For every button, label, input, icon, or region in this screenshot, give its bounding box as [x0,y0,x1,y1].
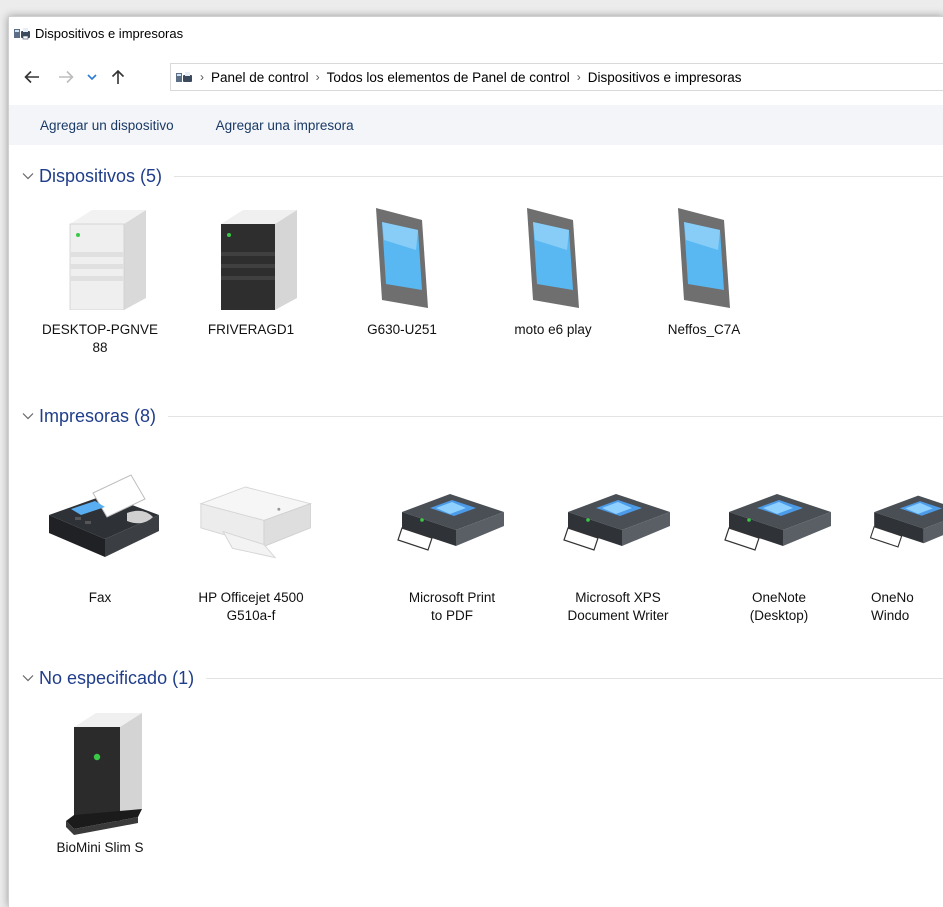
device-item-friveragd1[interactable]: FRIVERAGD1 [186,195,316,339]
group-header-devices[interactable]: Dispositivos (5) [9,163,943,189]
device-label: BioMini Slim S [56,840,144,855]
printer-icon [387,463,517,563]
printer-label: OneNote (Desktop) [749,590,809,623]
printer-item-hp-officejet[interactable]: HP Officejet 4500 G510a-f [186,463,316,625]
printer-item-onenote-windows[interactable]: OneNo Windo [855,463,943,625]
server-tower-icon [186,195,316,315]
fingerprint-reader-icon [35,703,165,837]
printer-item-microsoft-print-pdf[interactable]: Microsoft Print to PDF [387,463,517,625]
group-title: Impresoras (8) [39,405,157,426]
device-item-moto-e6-play[interactable]: moto e6 play [488,195,618,339]
devices-printers-app-icon [13,25,31,41]
device-label: DESKTOP-PGNVE 88 [41,322,159,355]
recent-locations-button[interactable] [83,64,101,90]
desktop-tower-icon [35,195,165,315]
window-title: Dispositivos e impresoras [35,25,184,41]
printer-label: Fax [88,590,112,605]
phone-icon [639,195,769,315]
chevron-down-icon [22,413,34,420]
group-divider [206,677,943,679]
up-button[interactable] [105,64,131,90]
device-label: moto e6 play [514,322,592,337]
devices-printers-window: Dispositivos e impresoras › Panel de con… [8,16,943,907]
printer-item-onenote-desktop[interactable]: OneNote (Desktop) [714,463,844,625]
group-header-printers[interactable]: Impresoras (8) [9,403,943,429]
breadcrumb-control-panel[interactable]: Panel de control [211,70,309,85]
printer-icon [553,463,683,563]
device-label: FRIVERAGD1 [207,322,295,337]
breadcrumb-devices-printers[interactable]: Dispositivos e impresoras [588,70,742,85]
chevron-down-icon [22,173,34,180]
control-panel-icon [175,69,193,85]
arrow-left-icon [24,70,39,84]
printer-icon [714,463,844,563]
title-bar: Dispositivos e impresoras [9,17,943,49]
add-device-button[interactable]: Agregar un dispositivo [9,105,195,145]
device-item-neffos-c7a[interactable]: Neffos_C7A [639,195,769,339]
group-title: Dispositivos (5) [39,165,163,186]
printer-label: HP Officejet 4500 G510a-f [198,590,304,623]
device-item-g630-u251[interactable]: G630-U251 [337,195,467,339]
navigation-bar: › Panel de control › Todos los elementos… [9,61,943,93]
back-button[interactable] [19,64,45,90]
group-divider [168,415,943,417]
breadcrumb-separator-icon: › [200,70,204,84]
printer-item-microsoft-xps[interactable]: Microsoft XPS Document Writer [553,463,683,625]
forward-button[interactable] [53,64,79,90]
device-label: Neffos_C7A [667,322,741,337]
chevron-down-icon [87,74,97,81]
group-header-unspecified[interactable]: No especificado (1) [9,665,943,691]
unspecified-item-biomini[interactable]: BioMini Slim S [35,703,165,857]
printer-label: Microsoft XPS Document Writer [567,590,669,623]
breadcrumb-separator-icon: › [576,70,581,84]
phone-icon [488,195,618,315]
printer-label: OneNo Windo [871,590,914,623]
group-divider [174,175,943,177]
arrow-right-icon [59,70,74,84]
arrow-up-icon [111,69,125,84]
printer-item-fax[interactable]: Fax [35,463,165,607]
address-bar[interactable]: › Panel de control › Todos los elementos… [170,63,943,91]
chevron-down-icon [22,675,34,682]
inkjet-printer-icon [186,463,316,563]
fax-icon [35,463,165,563]
command-bar: Agregar un dispositivo Agregar una impre… [9,105,943,145]
add-printer-button[interactable]: Agregar una impresora [195,105,375,145]
group-title: No especificado (1) [39,667,195,688]
printer-icon [855,463,943,563]
breadcrumb-separator-icon: › [315,70,320,84]
device-item-desktop-pgnve88[interactable]: DESKTOP-PGNVE 88 [35,195,165,357]
breadcrumb-all-items[interactable]: Todos los elementos de Panel de control [327,70,570,85]
phone-icon [337,195,467,315]
device-label: G630-U251 [367,322,437,337]
printer-label: Microsoft Print to PDF [408,590,496,623]
